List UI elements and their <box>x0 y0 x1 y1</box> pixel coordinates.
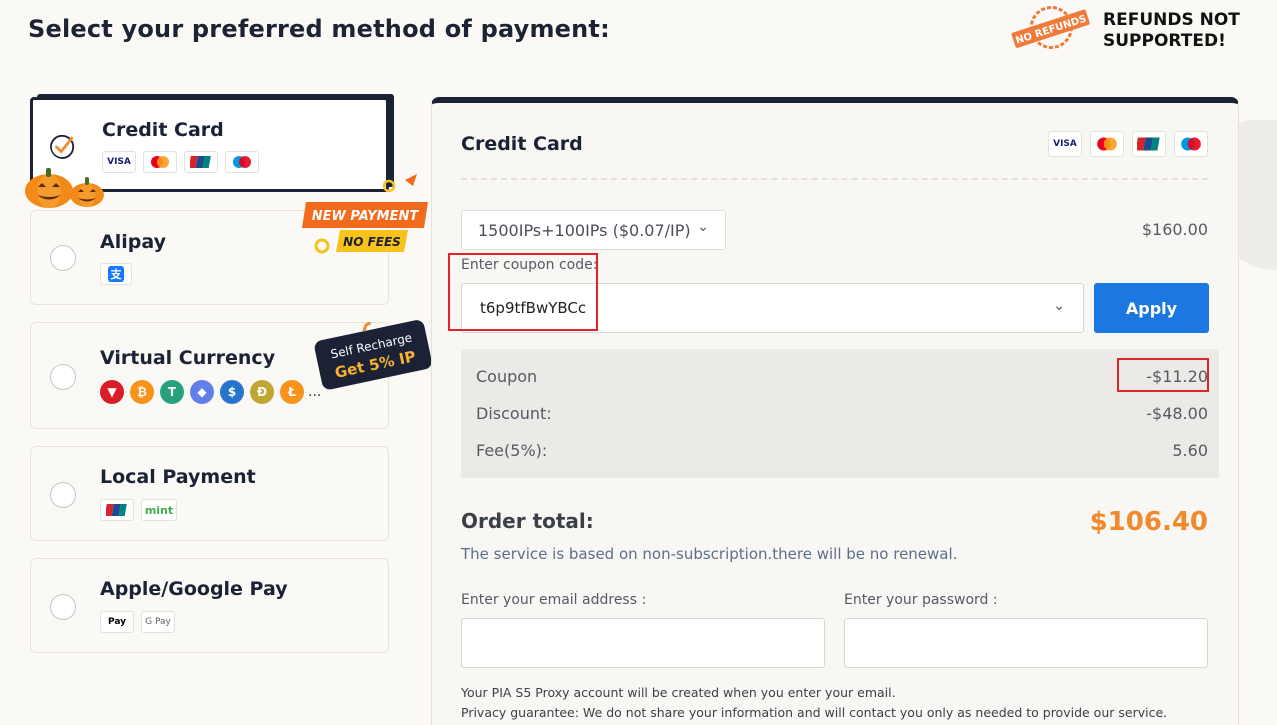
refund-notice: REFUNDS NOT SUPPORTED! <box>1103 10 1263 52</box>
mastercard-icon <box>143 151 177 173</box>
bitcoin-icon: ₿ <box>130 380 154 404</box>
summary-label: Coupon <box>476 367 538 386</box>
local-payment-logos: mint <box>100 499 177 521</box>
wallet-logos: Pay G Pay <box>100 611 175 633</box>
email-field[interactable] <box>461 618 825 668</box>
google-pay-icon: G Pay <box>141 611 175 633</box>
usd-coin-icon: $ <box>220 380 244 404</box>
refund-notice-line1: REFUNDS NOT <box>1103 10 1240 30</box>
package-price: $160.00 <box>1141 220 1208 239</box>
maestro-icon <box>225 151 259 173</box>
radio-button[interactable] <box>50 364 76 390</box>
subscription-note: The service is based on non-subscription… <box>461 545 958 563</box>
visa-icon: VISA <box>102 151 136 173</box>
ethereum-icon: ◆ <box>190 380 214 404</box>
password-field[interactable] <box>844 618 1208 668</box>
coupon-value-highlight-box <box>1117 358 1209 392</box>
self-recharge-promo-badge: Self Recharge Get 5% IP <box>314 320 432 390</box>
litecoin-icon: Ł <box>280 380 304 404</box>
divider <box>461 178 1208 180</box>
confetti-icon <box>383 174 417 193</box>
new-payment-text: NEW PAYMENT <box>312 209 420 224</box>
tether-icon: T <box>160 380 184 404</box>
summary-label: Fee(5%): <box>476 441 548 460</box>
alipay-logos: 支 <box>100 263 132 285</box>
mastercard-icon <box>1090 131 1124 157</box>
refund-notice-line2: SUPPORTED! <box>1103 31 1226 51</box>
visa-icon: VISA <box>1048 131 1082 157</box>
unionpay-icon <box>1132 131 1166 157</box>
summary-row-coupon: Coupon -$11.20 <box>476 358 1209 392</box>
package-select-value: 1500IPs+100IPs ($0.07/IP) <box>478 221 691 240</box>
pumpkin-icon <box>70 177 104 207</box>
apply-button[interactable]: Apply <box>1094 283 1209 333</box>
no-refunds-stamp-icon: NO REFUNDS <box>1011 5 1090 49</box>
payment-panel: Credit Card VISA 1500IPs+100IPs ($0.07/I… <box>431 97 1239 725</box>
svg-text:支: 支 <box>110 267 123 281</box>
method-apple-google-pay[interactable]: Apple/Google Pay Pay G Pay <box>30 558 389 653</box>
radio-button[interactable] <box>50 482 76 508</box>
chevron-down-icon[interactable]: ⌄ <box>1053 298 1065 314</box>
password-label: Enter your password : <box>844 592 998 608</box>
summary-row-fee: Fee(5%): 5.60 <box>476 441 1208 460</box>
method-local-payment[interactable]: Local Payment mint <box>30 446 389 541</box>
tron-icon: ▼ <box>100 380 124 404</box>
price-summary: Coupon -$11.20 Discount: -$48.00 Fee(5%)… <box>461 349 1219 478</box>
order-total-label: Order total: <box>461 509 594 533</box>
radio-button[interactable] <box>50 245 76 271</box>
dogecoin-icon: Ð <box>250 380 274 404</box>
summary-label: Discount: <box>476 404 552 423</box>
mint-icon: mint <box>141 499 177 521</box>
crypto-logos: ▼ ₿ T ◆ $ Ð Ł ... <box>100 380 321 404</box>
account-footnote: Your PIA S5 Proxy account will be create… <box>461 685 896 700</box>
package-select[interactable]: 1500IPs+100IPs ($0.07/IP) ⌄ <box>461 210 726 250</box>
alipay-icon: 支 <box>100 263 132 285</box>
apple-pay-icon: Pay <box>100 611 134 633</box>
check-circle-icon <box>50 134 75 159</box>
method-name: Credit Card <box>102 119 224 141</box>
method-name: Apple/Google Pay <box>100 578 288 600</box>
method-name: Local Payment <box>100 466 256 488</box>
summary-value: -$48.00 <box>1146 404 1208 423</box>
method-name: Virtual Currency <box>100 347 276 369</box>
chevron-down-icon: ⌄ <box>697 219 709 235</box>
method-name: Alipay <box>100 231 166 253</box>
new-payment-promo-badge: NEW PAYMENT NO FEES <box>302 202 428 254</box>
unionpay-icon <box>100 499 134 521</box>
page-title: Select your preferred method of payment: <box>28 15 610 43</box>
email-label: Enter your email address : <box>461 592 647 608</box>
summary-value: 5.60 <box>1172 441 1208 460</box>
panel-card-logos: VISA <box>1048 131 1208 157</box>
no-fees-text: NO FEES <box>343 235 401 249</box>
panel-title: Credit Card <box>461 133 583 155</box>
maestro-icon <box>1174 131 1208 157</box>
card-logos: VISA <box>102 151 259 173</box>
order-total-value: $106.40 <box>1089 507 1208 537</box>
summary-row-discount: Discount: -$48.00 <box>476 404 1208 423</box>
unionpay-icon <box>184 151 218 173</box>
coupon-highlight-box <box>448 253 598 331</box>
privacy-footnote: Privacy guarantee: We do not share your … <box>461 705 1168 720</box>
radio-button[interactable] <box>50 594 76 620</box>
